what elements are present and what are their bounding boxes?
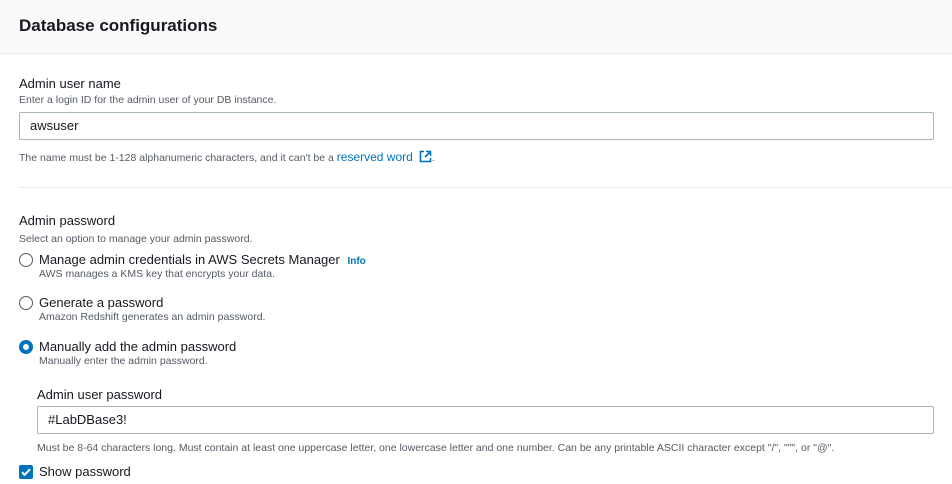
section-header: Database configurations [0,0,952,54]
admin-password-description: Select an option to manage your admin pa… [19,233,253,245]
admin-password-label: Admin password [19,213,116,228]
radio-button-selected[interactable] [19,340,33,354]
admin-user-name-description: Enter a login ID for the admin user of y… [19,94,277,106]
info-link[interactable]: Info [347,256,365,267]
admin-user-password-hint: Must be 8-64 characters long. Must conta… [37,442,835,454]
show-password-label[interactable]: Show password [39,464,131,479]
admin-user-name-input[interactable]: awsuser [19,112,934,140]
show-password-checkbox[interactable] [19,465,33,479]
hint-text: The name must be 1-128 alphanumeric char… [19,152,334,164]
radio-label-manual-password: Manually add the admin password [39,339,237,354]
section-title: Database configurations [19,16,218,35]
section-divider [19,187,952,188]
checkmark-icon [21,468,31,477]
radio-description-generate-password: Amazon Redshift generates an admin passw… [39,311,266,323]
radio-button[interactable] [19,253,33,267]
external-link-icon[interactable] [419,150,432,166]
radio-description-manual-password: Manually enter the admin password. [39,355,208,367]
admin-user-name-hint: The name must be 1-128 alphanumeric char… [19,150,435,166]
radio-button[interactable] [19,296,33,310]
admin-user-name-label: Admin user name [19,76,121,91]
admin-user-password-label: Admin user password [37,387,162,402]
radio-label-secrets-manager: Manage admin credentials in AWS Secrets … [39,252,340,267]
reserved-word-link[interactable]: reserved word [337,150,413,164]
hint-period: . [431,152,435,164]
radio-description-secrets-manager: AWS manages a KMS key that encrypts your… [39,268,275,280]
admin-user-password-input[interactable]: #LabDBase3! [37,406,934,434]
radio-label-generate-password: Generate a password [39,295,164,310]
